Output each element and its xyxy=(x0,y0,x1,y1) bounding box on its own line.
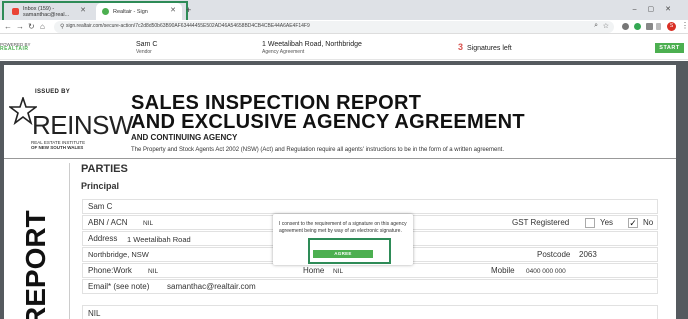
tab-inbox[interactable]: Inbox (159) - samanthac@real... ✕ xyxy=(6,3,92,20)
browser-toolbar: ← → ↻ ⌂ ⚲ sign.realtair.com/secure-actio… xyxy=(0,20,688,34)
suburb-value: Northbridge, NSW xyxy=(88,250,149,259)
postcode-label: Postcode xyxy=(537,250,571,259)
phone-field[interactable]: Phone:Work NIL Home NIL Mobile 0400 000 … xyxy=(82,263,658,278)
address-label: Address xyxy=(88,234,118,243)
mobile-value: 0400 000 000 xyxy=(526,268,566,275)
puzzle-extensions-icon[interactable] xyxy=(646,23,653,30)
gmail-icon xyxy=(12,8,19,15)
realtair-icon xyxy=(102,8,109,15)
extension-icon[interactable] xyxy=(622,23,629,30)
address-bar[interactable]: ⚲ sign.realtair.com/secure-action/7c2d8d… xyxy=(54,21,614,33)
home-label: Home xyxy=(303,266,325,275)
intro-text: The Property and Stock Agents Act 2002 (… xyxy=(131,147,505,153)
next-field-value: NIL xyxy=(88,309,101,318)
powered-by: POWERED BY REALTAIR xyxy=(0,42,31,52)
divider xyxy=(4,158,676,159)
close-icon[interactable]: ✕ xyxy=(170,6,176,14)
principal-name-field[interactable]: Sam C xyxy=(82,199,658,214)
parties-heading: PARTIES xyxy=(81,163,128,175)
signatures-left: 3 Signatures left xyxy=(458,42,512,52)
signatures-label: Signatures left xyxy=(466,45,512,52)
logo-subtitle: OF NEW SOUTH WALES xyxy=(31,145,84,150)
tab-realtair-sign[interactable]: Realtair - Sign ✕ xyxy=(96,3,182,20)
brand-logo: REALTAIR xyxy=(0,46,29,52)
mobile-label: Mobile xyxy=(491,266,515,275)
bookmark-star-icon[interactable]: ☆ xyxy=(603,22,609,30)
url-text: sign.realtair.com/secure-action/7c2d8d50… xyxy=(66,23,310,29)
party-name: Sam C xyxy=(136,41,158,48)
browser-tab-bar: Inbox (159) - samanthac@real... ✕ Realta… xyxy=(0,0,688,22)
phone-work-value: NIL xyxy=(148,268,159,275)
divider xyxy=(69,163,70,319)
forward-icon[interactable]: → xyxy=(16,22,24,32)
property-address: 1 Weetalibah Road, Northbridge xyxy=(262,41,362,48)
email-field[interactable]: Email* (see note) samanthac@realtair.com xyxy=(82,279,658,294)
gst-no-label: No xyxy=(643,218,654,227)
window-controls[interactable]: –▢✕ xyxy=(633,5,682,13)
reload-icon[interactable]: ↻ xyxy=(28,22,35,32)
document-title: AND EXCLUSIVE AGENCY AGREEMENT xyxy=(131,111,525,133)
consent-dialog: I consent to the requirement of a signat… xyxy=(273,214,413,265)
party-info: Sam C Vendor xyxy=(136,41,157,55)
menu-icon[interactable]: ⋮ xyxy=(681,21,688,30)
home-icon[interactable]: ⌂ xyxy=(40,22,45,32)
gst-label: GST Registered xyxy=(512,218,570,227)
new-tab-icon[interactable]: + xyxy=(186,5,191,15)
back-icon[interactable]: ← xyxy=(4,22,12,32)
gst-yes-checkbox[interactable] xyxy=(585,218,595,228)
principal-heading: Principal xyxy=(81,181,120,191)
signatures-count: 3 xyxy=(458,42,464,52)
gst-no-checkbox[interactable]: ✓ xyxy=(628,218,638,228)
start-button[interactable]: START xyxy=(655,43,684,53)
postcode-value: 2063 xyxy=(579,250,597,259)
address-value: 1 Weetalibah Road xyxy=(127,235,191,244)
lock-icon: ⚲ xyxy=(60,24,65,30)
next-field[interactable]: NIL xyxy=(82,305,658,319)
party-role: Vendor xyxy=(136,49,152,55)
close-icon[interactable]: ✕ xyxy=(80,6,86,14)
side-heading: REPORT xyxy=(20,210,51,319)
document-subtitle: AND CONTINUING AGENCY xyxy=(131,133,238,142)
consent-text: I consent to the requirement of a signat… xyxy=(279,221,407,234)
phone-work-label: Phone:Work xyxy=(88,266,132,275)
principal-name: Sam C xyxy=(88,202,113,211)
tab-label: Realtair - Sign xyxy=(113,8,148,15)
location-pin-icon[interactable] xyxy=(634,23,641,30)
sidebar-icon[interactable] xyxy=(656,23,661,30)
reinsw-logo: REINSW xyxy=(32,110,134,140)
document-page: ISSUED BY REINSW REAL ESTATE INSTITUTE O… xyxy=(4,65,676,319)
document-type: Agency Agreement xyxy=(262,49,305,55)
home-value: NIL xyxy=(333,268,344,275)
email-label: Email* (see note) xyxy=(88,282,150,291)
zoom-icon[interactable]: ⌕ xyxy=(594,22,598,30)
abn-value: NIL xyxy=(143,220,154,227)
property-info: 1 Weetalibah Road, Northbridge Agency Ag… xyxy=(262,41,362,55)
gst-yes-label: Yes xyxy=(600,218,614,227)
issued-by: ISSUED BY xyxy=(35,89,71,95)
email-value: samanthac@realtair.com xyxy=(167,282,256,291)
document-viewer[interactable]: ISSUED BY REINSW REAL ESTATE INSTITUTE O… xyxy=(0,61,688,319)
profile-avatar[interactable]: S xyxy=(667,22,676,31)
app-header: POWERED BY REALTAIR Sam C Vendor 1 Weeta… xyxy=(0,35,688,60)
agree-button[interactable]: AGREE xyxy=(313,250,373,258)
abn-label: ABN / ACN xyxy=(88,218,128,227)
